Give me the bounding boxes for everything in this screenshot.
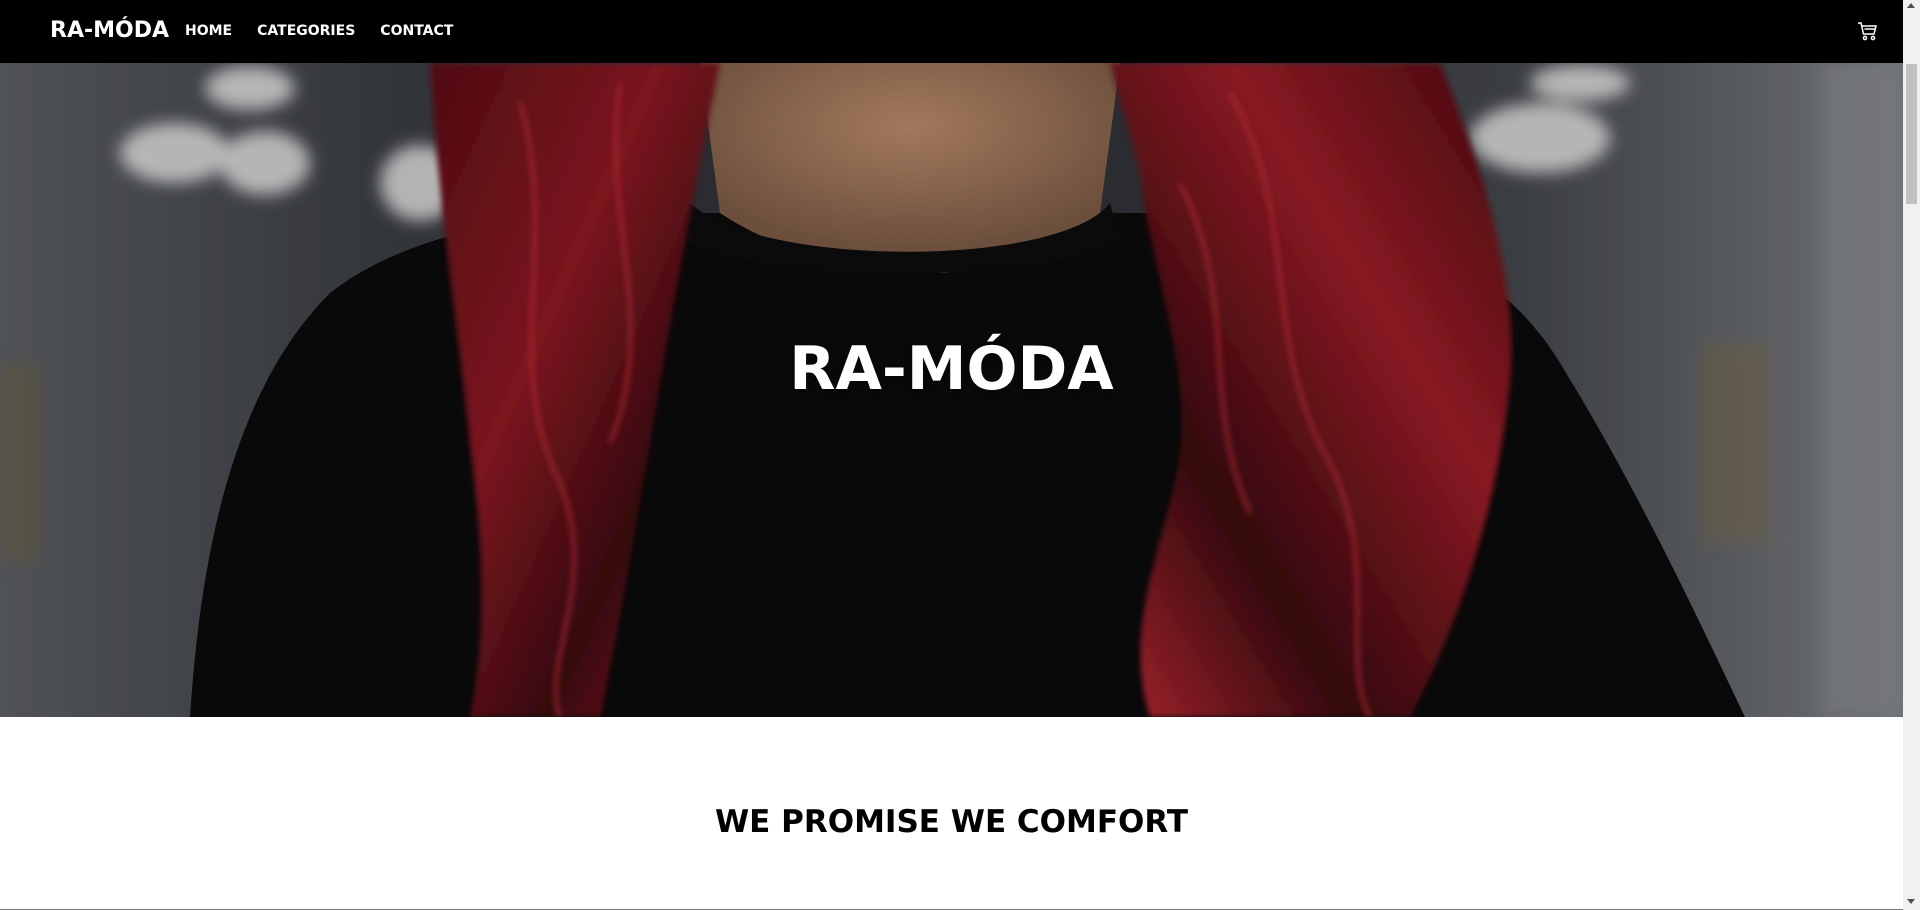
page: RA-MÓDA HOME CATEGORIES CONTACT RA-MÓDA … — [0, 0, 1903, 910]
nav-home-link[interactable]: HOME — [185, 22, 232, 40]
nav-categories-link[interactable]: CATEGORIES — [257, 22, 355, 40]
scroll-up-arrow-icon[interactable] — [1907, 3, 1915, 8]
brand-logo[interactable]: RA-MÓDA — [50, 17, 169, 45]
hero-banner: RA-MÓDA — [0, 63, 1903, 717]
section-title: WE PROMISE WE COMFORT — [714, 804, 1189, 840]
scrollbar-thumb[interactable] — [1906, 64, 1917, 204]
nav-links: HOME CATEGORIES CONTACT — [185, 22, 478, 40]
nav-contact-link[interactable]: CONTACT — [380, 22, 453, 40]
vertical-scrollbar[interactable] — [1903, 0, 1920, 910]
scroll-down-arrow-icon[interactable] — [1907, 899, 1915, 904]
hero-title: RA-MÓDA — [789, 334, 1114, 404]
navbar: RA-MÓDA HOME CATEGORIES CONTACT — [0, 0, 1903, 63]
cart-icon[interactable] — [1857, 20, 1879, 42]
